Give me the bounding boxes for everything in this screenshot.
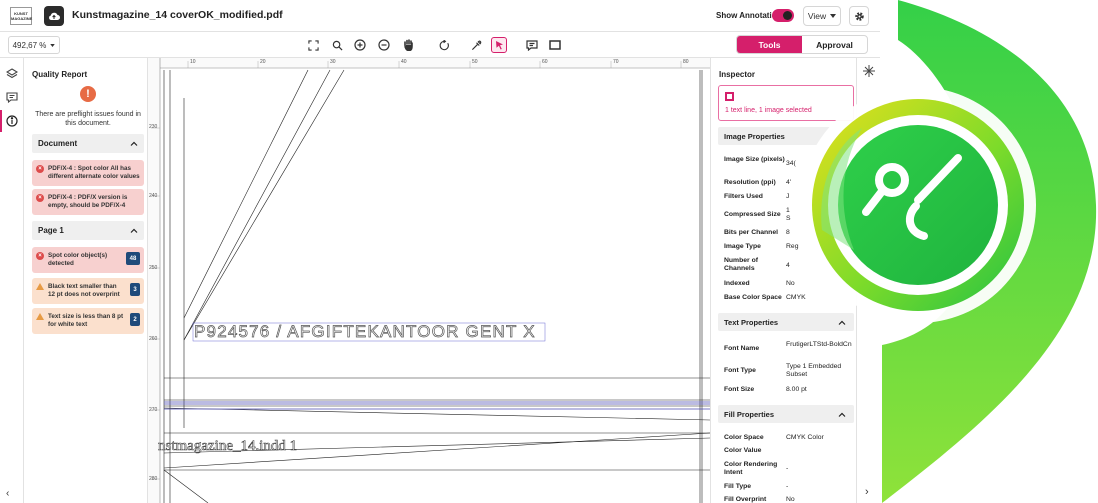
selection-icon xyxy=(725,92,734,101)
ruler-label: 70 xyxy=(613,59,619,65)
issue-item[interactable]: Black text smaller than 12 pt does not o… xyxy=(32,278,144,304)
ruler-label: 50 xyxy=(472,59,478,65)
rectangle-icon[interactable] xyxy=(547,37,563,53)
hand-icon[interactable] xyxy=(400,37,416,53)
collapse-left-icon[interactable]: ‹ xyxy=(6,488,9,499)
property-key: Bits per Channel xyxy=(724,229,779,236)
chevron-up-icon xyxy=(130,141,138,146)
quality-tools-badge-icon xyxy=(810,0,1098,503)
app-window: KUNST MAGAZINE Kunstmagazine_14 coverOK_… xyxy=(0,0,880,503)
issue-item[interactable]: × Spot color object(s) detected 48 xyxy=(32,247,144,273)
eyedropper-icon[interactable] xyxy=(468,37,484,53)
property-key: Compressed Size xyxy=(724,211,781,218)
property-key: Number of Channels xyxy=(724,257,758,272)
property-key: Color Rendering Intent xyxy=(724,461,778,476)
header-label: Image Properties xyxy=(724,131,785,141)
ruler-label: 30 xyxy=(330,59,336,65)
ruler-label: 10 xyxy=(190,59,196,65)
ruler-label: 260 xyxy=(149,336,158,342)
property-value: 1 S xyxy=(786,207,791,222)
search-icon[interactable] xyxy=(329,37,345,53)
error-icon: × xyxy=(36,252,44,260)
inspector-title: Inspector xyxy=(719,70,756,79)
ruler-label: 80 xyxy=(683,59,689,65)
show-annotations-toggle[interactable] xyxy=(772,9,794,22)
property-key: Fill Overprint xyxy=(724,496,767,503)
error-icon: × xyxy=(36,194,44,202)
selected-text-line[interactable]: P924576 / AFGIFTEKANTOOR GENT X xyxy=(194,322,536,342)
toolbar: 492,67 % Tools Approval xyxy=(0,32,880,58)
ruler-label: 60 xyxy=(542,59,548,65)
warning-icon xyxy=(36,313,44,320)
issue-count-badge: 48 xyxy=(126,252,140,265)
cloud-icon[interactable] xyxy=(44,6,64,26)
document-canvas[interactable]: 10 20 30 40 50 60 70 80 230 240 250 260 … xyxy=(148,58,710,503)
property-key: Indexed xyxy=(724,280,750,287)
select-tool-icon[interactable] xyxy=(491,37,507,53)
section-document-header[interactable]: Document xyxy=(32,134,144,153)
ruler-label: 280 xyxy=(149,476,158,482)
selection-text: 1 text line, 1 image selected xyxy=(725,107,812,114)
comment-icon[interactable] xyxy=(524,37,540,53)
alert-icon: ! xyxy=(80,86,96,102)
zoom-select[interactable]: 492,67 % xyxy=(8,36,60,54)
header-label: Fill Properties xyxy=(724,409,775,419)
top-bar: KUNST MAGAZINE Kunstmagazine_14 coverOK_… xyxy=(0,0,880,32)
ruler-label: 240 xyxy=(149,193,158,199)
left-rail: ‹ xyxy=(0,58,24,503)
property-key: Image Size (pixels) xyxy=(724,156,785,163)
chevron-down-icon xyxy=(50,43,56,47)
property-key: Font Size xyxy=(724,386,755,393)
property-key: Base Color Space xyxy=(724,294,782,301)
section-title: Document xyxy=(38,139,78,148)
header-label: Text Properties xyxy=(724,317,779,327)
quality-report-panel: Quality Report ! There are preflight iss… xyxy=(24,58,148,503)
document-title: Kunstmagazine_14 coverOK_modified.pdf xyxy=(72,9,283,21)
property-key: Image Type xyxy=(724,243,761,250)
issue-item[interactable]: × PDF/X-4 : Spot color All has different… xyxy=(32,160,144,186)
ruler-label: 270 xyxy=(149,407,158,413)
ruler-label: 250 xyxy=(149,265,158,271)
issue-count-badge: 3 xyxy=(130,283,140,296)
property-key: Color Value xyxy=(724,447,762,454)
quality-report-message: There are preflight issues found in this… xyxy=(35,111,141,127)
ruler-label: 230 xyxy=(149,124,158,130)
error-icon: × xyxy=(36,165,44,173)
property-key: Filters Used xyxy=(724,193,763,200)
quality-report-title: Quality Report xyxy=(32,70,88,79)
rail-active-indicator xyxy=(0,110,2,132)
property-key: Color Space xyxy=(724,434,764,441)
ruler-label: 20 xyxy=(260,59,266,65)
issue-item[interactable]: × PDF/X-4 : PDF/X version is empty, shou… xyxy=(32,189,144,215)
comments-icon[interactable] xyxy=(5,90,19,104)
rotate-icon[interactable] xyxy=(436,37,452,53)
zoom-in-icon[interactable] xyxy=(352,37,368,53)
app-logo[interactable]: KUNST MAGAZINE xyxy=(10,7,32,25)
property-key: Resolution (ppi) xyxy=(724,179,776,186)
issue-item[interactable]: Text size is less than 8 pt for white te… xyxy=(32,308,144,334)
issue-text: Text size is less than 8 pt for white te… xyxy=(48,313,124,328)
issue-text: PDF/X-4 : Spot color All has different a… xyxy=(48,165,140,180)
tab-tools[interactable]: Tools xyxy=(737,36,802,53)
warning-icon xyxy=(36,283,44,290)
zoom-out-icon[interactable] xyxy=(376,37,392,53)
layers-icon[interactable] xyxy=(5,66,19,80)
zoom-value: 492,67 % xyxy=(12,40,47,50)
ruler-label: 40 xyxy=(401,59,407,65)
section-title: Page 1 xyxy=(38,226,64,235)
section-page1-header[interactable]: Page 1 xyxy=(32,221,144,240)
issue-text: Black text smaller than 12 pt does not o… xyxy=(48,283,120,298)
property-key: Font Type xyxy=(724,367,756,374)
property-key: Font Name xyxy=(724,345,760,352)
issue-text: PDF/X-4 : PDF/X version is empty, should… xyxy=(48,194,128,209)
slug-text: nstmagazine_14.indd 1 xyxy=(158,438,298,455)
chevron-up-icon xyxy=(130,228,138,233)
issue-text: Spot color object(s) detected xyxy=(48,252,108,267)
info-icon[interactable] xyxy=(5,114,19,128)
fit-page-icon[interactable] xyxy=(305,37,321,53)
property-key: Fill Type xyxy=(724,483,752,490)
issue-count-badge: 2 xyxy=(130,313,140,326)
